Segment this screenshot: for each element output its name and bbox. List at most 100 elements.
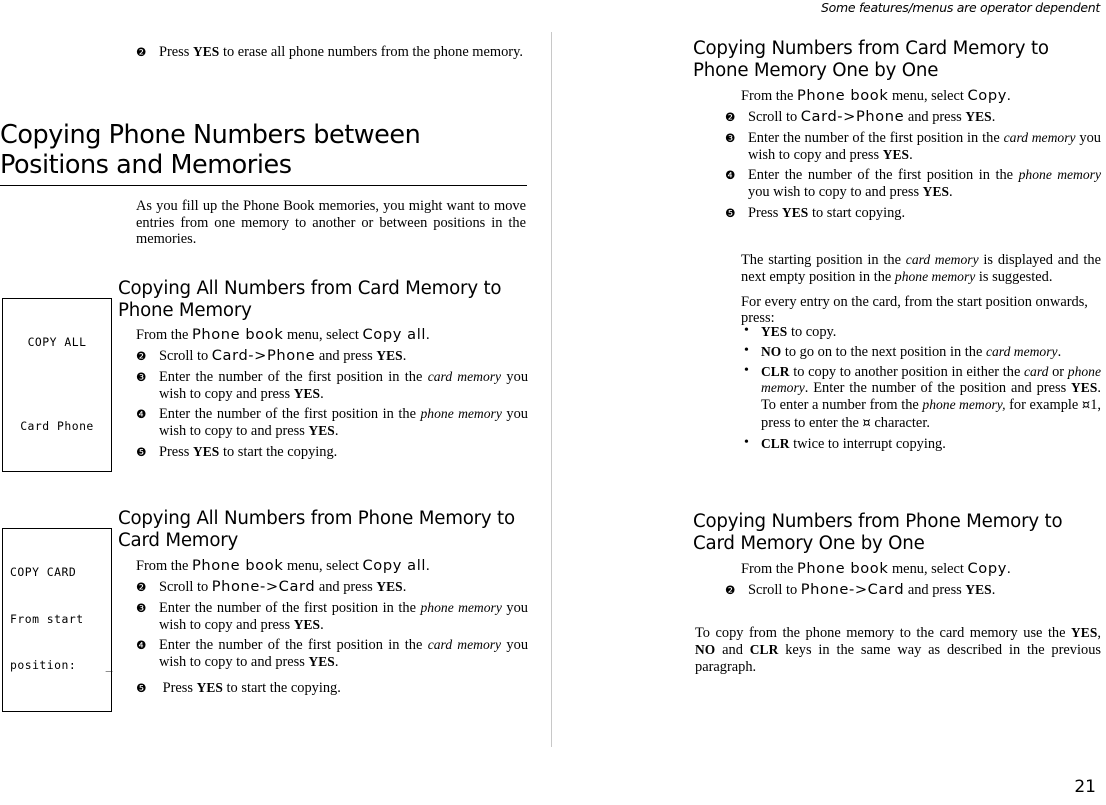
note-starting-position: The starting position in the card memory… [741,252,1101,327]
key-yes: YES [1071,380,1098,396]
key-yes: YES [308,654,335,670]
step-item: ❷ Scroll to Phone->Card and press YES. [725,581,1101,599]
step-pre: Enter the number of the first position i… [159,637,428,654]
step-pre: Scroll to [748,109,801,125]
step-end: . [320,385,324,402]
step-pre: Press [159,443,193,460]
bullet-dot: • [744,434,749,450]
step-end: . [949,184,953,201]
bullet-dot: • [744,342,749,358]
bullet-dot: • [744,323,749,338]
lead-pre: From the [136,327,192,343]
key-yes: YES [1071,625,1098,640]
step-text-pre: Press [159,44,193,60]
emphasis: phone memory, [922,397,1006,413]
step-marker: ❷ [136,349,147,363]
emphasis: card memory [985,343,1058,359]
step-pre: Enter the number of the first position i… [159,368,428,385]
step-end: . [334,423,339,440]
key-yes: YES [293,385,321,401]
emphasis: phone memory [420,406,502,422]
step-marker: ❸ [136,369,147,384]
page-body: ❷ Press YES to erase all phone numbers fr… [0,30,1106,775]
lcd-line-1: COPY CARD [10,565,77,579]
step-marker: ❹ [136,407,147,422]
lead-pre: From the [741,561,797,577]
step-mid: and press [315,348,377,364]
menu-item: Copy all [362,326,427,343]
bullet-text-pre: to go on to the next position in the [781,343,986,360]
lead-mid: menu, select [283,327,363,343]
step-end: . [991,582,996,598]
step-item: ❷ Scroll to Card->Phone and press YES. [725,108,1101,126]
ui-value: Card->Phone [800,108,905,125]
key-yes: YES [882,146,910,162]
lcd-display-copy-all-card-phone: COPY ALL Card Phone [2,298,112,472]
lcd-line-1: COPY ALL [27,335,87,349]
step-pre: Enter the number of the first position i… [159,599,421,616]
left-top-step: ❷ Press YES to erase all phone numbers fr… [136,40,526,61]
currency-symbol-icon: ¤ [1081,398,1091,414]
ui-value: Card->Phone [211,347,316,364]
note-pre: The starting position in the [741,252,906,268]
key-yes: YES [192,44,220,59]
ui-value: Phone->Card [800,581,905,598]
section-2-steps: ❷ Scroll to Phone->Card and press YES. ❸E… [136,575,528,697]
step-end: . [909,146,913,163]
key-yes: YES [308,423,335,439]
step-item: ❸ Enter the number of the first position … [725,130,1101,164]
lead-mid: menu, select [888,561,968,577]
step-pre: Scroll to [159,579,212,595]
closing-paragraph: To copy from the phone memory to the car… [695,625,1101,675]
step-item: ❹ Enter the number of the first position … [725,167,1101,201]
running-header: Some features/menus are operator depende… [821,0,1100,15]
bullet-item: • YES to copy. [741,323,1101,341]
emphasis: card memory [427,368,502,384]
menu-item: Copy all [362,557,427,574]
step-marker: ❷ [136,45,147,59]
menu-item: Copy [967,560,1007,577]
chapter-heading: Copying Phone Numbers between Positions … [0,120,527,186]
lead-mid: menu, select [888,88,968,104]
emphasis: card [1024,363,1049,379]
emphasis: phone memory [420,599,502,615]
key-clr: CLR [749,641,779,657]
section-heading-copy-card-to-phone-one-by-one: Copying Numbers from Card Memory to Phon… [693,38,1049,81]
section-heading-copy-all-card-to-phone: Copying All Numbers from Card Memory to … [118,278,502,321]
section-1-steps: ❷ Scroll to Card->Phone and press YES. ❸E… [136,344,528,461]
step-marker: ❺ [136,680,147,695]
step-item: ❺ Press YES to start copying. [725,205,1101,222]
step-marker: ❷ [725,110,736,124]
lcd-spacer [10,382,104,388]
step-item: ❷ Scroll to Card->Phone and press YES. [136,347,528,365]
right-section-1-bullets: • YES to copy. • NO to go on to the next p… [741,321,1101,453]
key-no: NO [761,343,782,359]
menu-name: Phone book [796,560,889,577]
step-pre: Enter the number of the first position i… [748,129,1004,146]
step-pre: Press [162,679,197,696]
right-section-2-steps: ❷ Scroll to Phone->Card and press YES. [725,578,1101,599]
key-yes: YES [192,443,220,459]
menu-name: Phone book [191,557,284,574]
lcd-line-3: Card Phone [20,418,94,433]
key-yes: YES [376,348,403,363]
emphasis: phone memory [894,268,976,284]
step-item: ❷ Scroll to Phone->Card and press YES. [136,578,528,596]
step-item: ❹ Enter the number of the first position … [136,637,528,671]
left-column: ❷ Press YES to erase all phone numbers fr… [0,30,545,745]
step-marker: ❹ [136,638,147,653]
step-end: . [991,109,996,125]
step-end: . [334,654,339,671]
intro-paragraph: As you fill up the Phone Book memories, … [136,198,526,248]
step-mid: and press [904,109,966,125]
note-end: is suggested. [975,268,1053,285]
bullet-item: • NO to go on to the next position in the… [741,342,1101,361]
emphasis: card memory [1003,129,1076,145]
lead-end: . [1006,88,1011,104]
lead-mid: menu, select [283,558,363,574]
bullet-text-mid-4: for example [1005,397,1082,414]
step-pre: Press [748,204,782,221]
step-item: ❺ Press YES to start the copying. [136,680,528,697]
key-yes: YES [376,579,403,594]
column-divider [551,32,552,747]
